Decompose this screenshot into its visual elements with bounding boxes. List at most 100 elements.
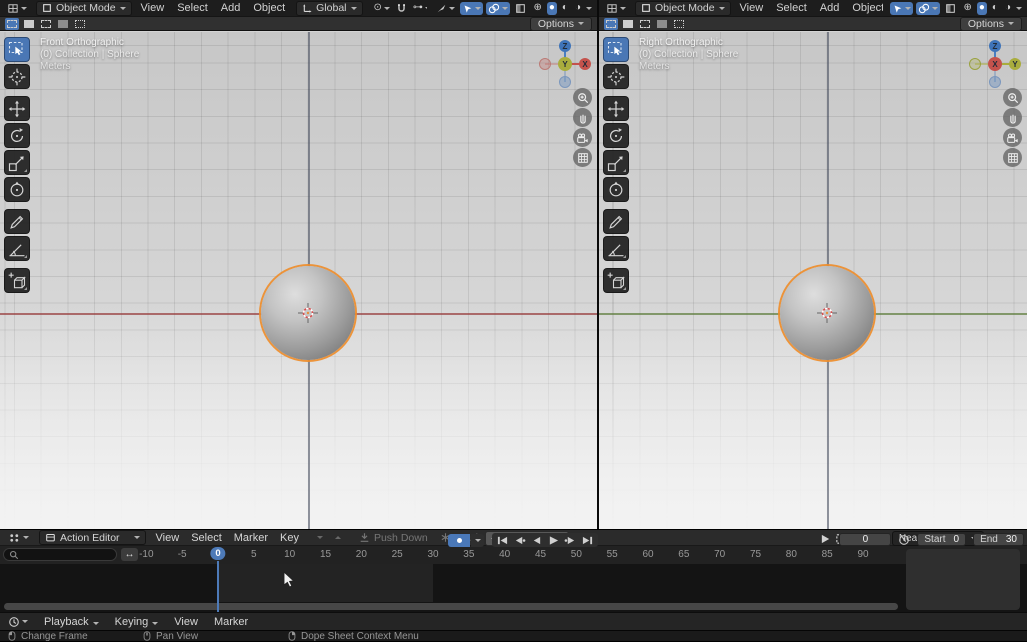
current-frame-badge[interactable]: 0 — [210, 547, 225, 560]
browse-action-up-button[interactable] — [333, 531, 343, 544]
menu-key[interactable]: Key — [278, 532, 301, 544]
xray-toggle-button[interactable] — [943, 2, 958, 15]
horizontal-scrollbar[interactable] — [4, 603, 898, 610]
channel-search-input[interactable] — [3, 548, 117, 561]
push-down-button[interactable]: Push Down — [357, 531, 430, 544]
scale-tool[interactable] — [603, 150, 629, 175]
zoom-button[interactable] — [573, 88, 592, 107]
end-frame-field[interactable]: End 30 — [973, 533, 1024, 546]
timeline-ruler[interactable]: ↔ -10-5051015202530354045505560657075808… — [0, 546, 1027, 564]
editor-type-button[interactable] — [6, 531, 31, 544]
xray-toggle-button[interactable] — [513, 2, 528, 15]
options-dropdown[interactable]: Options — [530, 17, 592, 31]
pivot-point-button[interactable]: ⊙ — [372, 2, 392, 15]
rotate-tool[interactable] — [4, 123, 30, 148]
jump-to-start-button[interactable] — [495, 534, 510, 546]
annotate-tool[interactable] — [603, 209, 629, 234]
select-box-tool[interactable] — [603, 37, 629, 62]
menu-view[interactable]: View — [139, 2, 167, 14]
annotate-tool[interactable] — [4, 209, 30, 234]
viewport-canvas-front[interactable]: Front Orthographic (0) Collection | Sphe… — [0, 32, 597, 530]
menu-playback[interactable]: Playback — [42, 616, 101, 628]
jump-to-end-button[interactable] — [580, 534, 595, 546]
pan-button[interactable] — [573, 108, 592, 127]
orientation-dropdown[interactable]: Global — [296, 1, 362, 16]
select-mode-intersect-button[interactable] — [672, 18, 686, 30]
transform-tool[interactable] — [603, 177, 629, 202]
mode-dropdown[interactable]: Object Mode — [36, 1, 132, 16]
select-mode-new-button[interactable] — [604, 18, 618, 30]
camera-view-button[interactable] — [1003, 128, 1022, 147]
gizmo-neg-z-ball[interactable] — [990, 77, 1001, 88]
only-selected-cursor-icon[interactable] — [820, 533, 831, 545]
menu-object[interactable]: Object — [850, 2, 883, 14]
camera-view-button[interactable] — [573, 128, 592, 147]
menu-view[interactable]: View — [154, 532, 182, 544]
cursor-tool[interactable] — [4, 64, 30, 89]
gizmo-toggle-button[interactable] — [460, 2, 483, 15]
select-box-tool[interactable] — [4, 37, 30, 62]
gizmo-neg-x-ball[interactable] — [540, 59, 551, 70]
play-button[interactable] — [546, 534, 561, 546]
viewport-canvas-right[interactable]: Right Orthographic (0) Collection | Sphe… — [599, 32, 1027, 530]
move-tool[interactable] — [4, 96, 30, 121]
fit-range-button[interactable]: ↔ — [121, 548, 138, 561]
shading-rendered-button[interactable]: ◑ — [1003, 2, 1013, 15]
measure-tool[interactable] — [4, 236, 30, 261]
shading-material-button[interactable]: ◐ — [990, 2, 1000, 15]
menu-select[interactable]: Select — [189, 532, 224, 544]
active-tool-button[interactable] — [434, 2, 457, 15]
next-keyframe-button[interactable] — [563, 534, 578, 546]
select-mode-invert-button[interactable] — [655, 18, 669, 30]
shading-wireframe-button[interactable]: ⊕ — [531, 2, 543, 15]
menu-keying[interactable]: Keying — [113, 616, 161, 628]
add-cube-tool[interactable] — [4, 268, 30, 293]
menu-marker[interactable]: Marker — [212, 616, 250, 628]
editor-type-button[interactable] — [604, 2, 628, 15]
editor-type-button[interactable] — [5, 2, 29, 15]
overlays-toggle-button[interactable] — [486, 2, 510, 15]
select-mode-subtract-button[interactable] — [638, 18, 652, 30]
mode-dropdown[interactable]: Object Mode — [635, 1, 731, 16]
previous-keyframe-button[interactable] — [512, 534, 527, 546]
select-mode-intersect-button[interactable] — [73, 18, 87, 30]
options-dropdown[interactable]: Options — [960, 17, 1022, 31]
cursor-tool[interactable] — [603, 64, 629, 89]
menu-view[interactable]: View — [172, 616, 200, 628]
move-tool[interactable] — [603, 96, 629, 121]
menu-view[interactable]: View — [738, 2, 766, 14]
browse-action-down-button[interactable] — [315, 531, 325, 544]
select-mode-invert-button[interactable] — [56, 18, 70, 30]
add-cube-tool[interactable] — [603, 268, 629, 293]
snap-magnet-button[interactable] — [394, 2, 409, 15]
menu-add[interactable]: Add — [219, 2, 243, 14]
overlays-toggle-button[interactable] — [916, 2, 940, 15]
current-frame-field[interactable]: 0 — [839, 533, 891, 546]
snap-with-button[interactable]: ⊶ — [411, 2, 428, 15]
select-mode-extend-button[interactable] — [621, 18, 635, 30]
shading-material-button[interactable]: ◐ — [560, 2, 570, 15]
zoom-button[interactable] — [1003, 88, 1022, 107]
timeline-editor-button[interactable] — [6, 615, 30, 628]
scale-tool[interactable] — [4, 150, 30, 175]
gizmo-neg-y-ball[interactable] — [970, 59, 981, 70]
menu-marker[interactable]: Marker — [232, 532, 270, 544]
menu-select[interactable]: Select — [175, 2, 210, 14]
shading-rendered-button[interactable]: ◑ — [573, 2, 583, 15]
menu-select[interactable]: Select — [774, 2, 809, 14]
menu-object[interactable]: Object — [251, 2, 287, 14]
navigation-gizmo[interactable]: Z X Y — [537, 36, 593, 92]
menu-add[interactable]: Add — [818, 2, 842, 14]
play-reverse-button[interactable] — [529, 534, 544, 546]
measure-tool[interactable] — [603, 236, 629, 261]
auto-keying-button[interactable] — [448, 534, 470, 547]
start-frame-field[interactable]: Start 0 — [917, 533, 966, 546]
gizmo-neg-z-ball[interactable] — [560, 77, 571, 88]
transform-tool[interactable] — [4, 177, 30, 202]
orthographic-toggle-button[interactable] — [1003, 148, 1022, 167]
playhead[interactable] — [217, 561, 219, 612]
shading-solid-button[interactable]: ● — [547, 2, 557, 15]
gizmo-toggle-button[interactable] — [890, 2, 913, 15]
editor-mode-dropdown[interactable]: Action Editor — [39, 530, 146, 545]
select-mode-subtract-button[interactable] — [39, 18, 53, 30]
